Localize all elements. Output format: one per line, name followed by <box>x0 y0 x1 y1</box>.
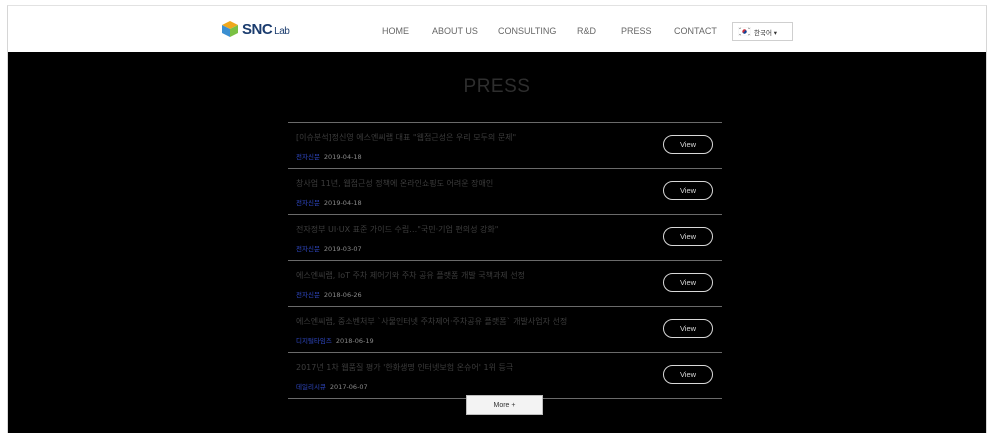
press-source: 데일리시큐 <box>296 383 326 391</box>
press-item: 2017년 1차 웹품질 평가 '한화생명 인터넷보험 온슈어' 1위 등극 데… <box>288 353 722 399</box>
press-item-title[interactable]: 에스엔씨랩, 중소벤처부 `사물인터넷 주차제어·주차공유 플랫폼` 개발사업자… <box>296 316 567 327</box>
press-item-title[interactable]: 2017년 1차 웹품질 평가 '한화생명 인터넷보험 온슈어' 1위 등극 <box>296 362 513 373</box>
logo-text: SNC Lab <box>242 20 290 38</box>
press-item-meta: 데일리시큐 2017-06-07 <box>296 381 368 391</box>
press-item: 전자정부 UI·UX 표준 가이드 수립…"국민·기업 편의성 강화" 전자신문… <box>288 215 722 261</box>
press-item-title[interactable]: 전자정부 UI·UX 표준 가이드 수립…"국민·기업 편의성 강화" <box>296 224 498 235</box>
press-section: PRESS [이슈분석]정신영 에스엔씨랩 대표 "웹접근성은 우리 모두의 문… <box>8 52 986 433</box>
press-item-meta: 전자신문 2019-03-07 <box>296 243 362 253</box>
press-source: 전자신문 <box>296 199 320 207</box>
view-button[interactable]: View <box>663 365 713 384</box>
view-button[interactable]: View <box>663 181 713 200</box>
press-source: 전자신문 <box>296 291 320 299</box>
press-item-title[interactable]: [이슈분석]정신영 에스엔씨랩 대표 "웹접근성은 우리 모두의 문제" <box>296 132 516 143</box>
logo[interactable]: SNC Lab <box>221 19 290 39</box>
press-item-meta: 전자신문 2019-04-18 <box>296 197 362 207</box>
press-item-meta: 전자신문 2018-06-26 <box>296 289 362 299</box>
press-source: 디지털타임즈 <box>296 337 332 345</box>
press-list: [이슈분석]정신영 에스엔씨랩 대표 "웹접근성은 우리 모두의 문제" 전자신… <box>288 122 722 399</box>
language-select[interactable]: 한국어 ▾ <box>732 22 793 41</box>
nav-consulting[interactable]: CONSULTING <box>498 26 556 36</box>
press-date: 2018-06-26 <box>323 291 362 299</box>
view-button[interactable]: View <box>663 319 713 338</box>
press-item: 에스엔씨랩, 중소벤처부 `사물인터넷 주차제어·주차공유 플랫폼` 개발사업자… <box>288 307 722 353</box>
press-item: 에스엔씨랩, IoT 주차 제어기와 주차 공유 플랫폼 개발 국책과제 선정 … <box>288 261 722 307</box>
press-item-meta: 전자신문 2019-04-18 <box>296 151 362 161</box>
press-date: 2019-04-18 <box>323 153 362 161</box>
press-date: 2019-03-07 <box>323 245 362 253</box>
press-date: 2018-06-19 <box>335 337 374 345</box>
nav-press[interactable]: PRESS <box>621 26 652 36</box>
press-source: 전자신문 <box>296 245 320 253</box>
view-button[interactable]: View <box>663 135 713 154</box>
more-button[interactable]: More + <box>466 395 543 415</box>
nav-contact[interactable]: CONTACT <box>674 26 717 36</box>
korea-flag-icon <box>738 27 751 36</box>
nav-about-us[interactable]: ABOUT US <box>432 26 478 36</box>
language-label: 한국어 ▾ <box>754 29 778 37</box>
nav-home[interactable]: HOME <box>382 26 409 36</box>
logo-cube-icon <box>222 21 238 37</box>
view-button[interactable]: View <box>663 227 713 246</box>
press-item-title[interactable]: 에스엔씨랩, IoT 주차 제어기와 주차 공유 플랫폼 개발 국책과제 선정 <box>296 270 525 281</box>
site-header: SNC Lab HOME ABOUT US CONSULTING R&D PRES… <box>8 6 986 52</box>
press-item: [이슈분석]정신영 에스엔씨랩 대표 "웹접근성은 우리 모두의 문제" 전자신… <box>288 123 722 169</box>
view-button[interactable]: View <box>663 273 713 292</box>
press-source: 전자신문 <box>296 153 320 161</box>
press-item-title[interactable]: 창사업 11년, 웹접근성 정책에 온라인쇼핑도 어려운 장애인 <box>296 178 493 189</box>
nav-rnd[interactable]: R&D <box>577 26 596 36</box>
page-title: PRESS <box>463 76 531 97</box>
press-date: 2017-06-07 <box>329 383 368 391</box>
press-item: 창사업 11년, 웹접근성 정책에 온라인쇼핑도 어려운 장애인 전자신문 201… <box>288 169 722 215</box>
press-item-meta: 디지털타임즈 2018-06-19 <box>296 335 374 345</box>
press-date: 2019-04-18 <box>323 199 362 207</box>
